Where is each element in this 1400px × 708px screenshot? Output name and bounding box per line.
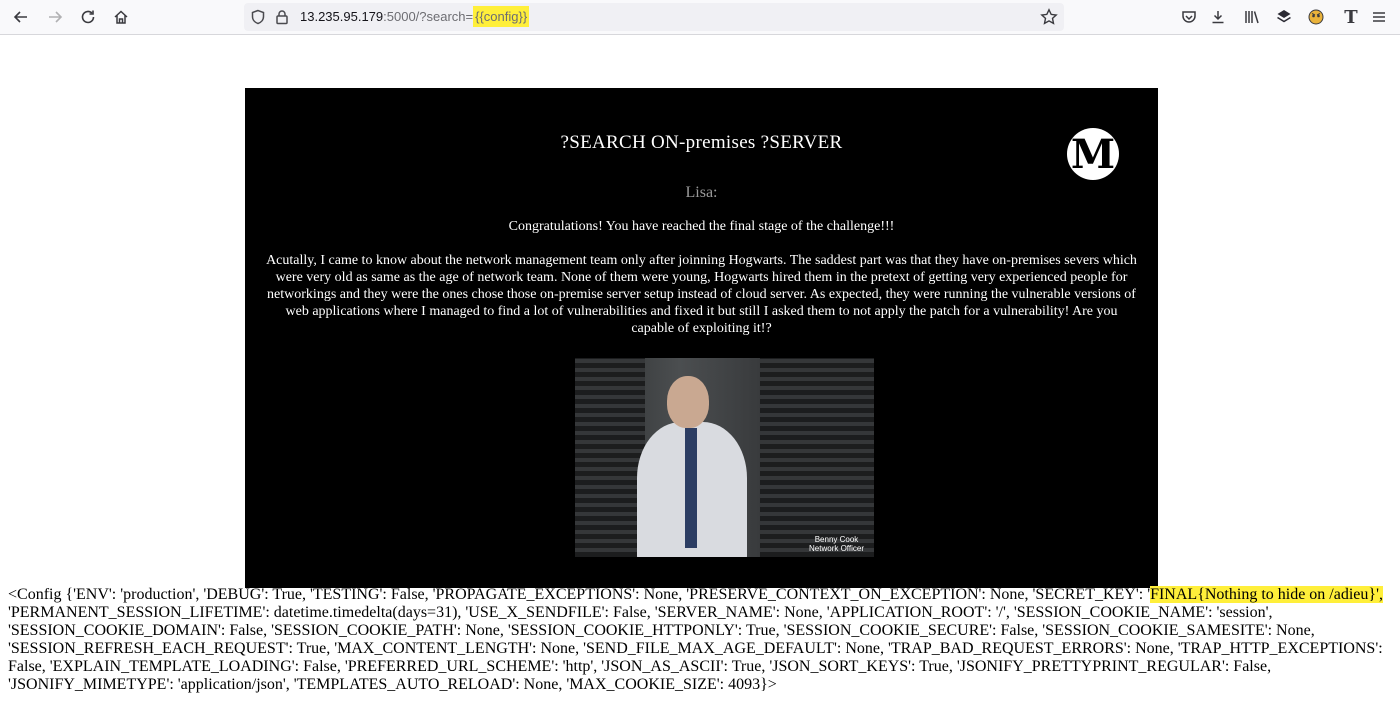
secret-key-highlight: FINAL{Nothing to hide on /adieu}', xyxy=(1150,586,1383,603)
extension-face-icon[interactable] xyxy=(1303,5,1329,29)
photo-caption: Benny Cook Network Officer xyxy=(809,535,864,553)
photo-caption-name: Benny Cook xyxy=(814,535,859,544)
challenge-panel: ?SEARCH ON-premises ?SERVER M Lisa: Cong… xyxy=(245,88,1158,588)
menu-icon[interactable] xyxy=(1366,5,1392,29)
url-bar[interactable]: 13.235.95.179:5000/?search= {{config}} xyxy=(244,3,1064,31)
person-tie xyxy=(685,428,697,548)
server-rack-right xyxy=(760,358,874,557)
url-query-highlight: {{config}} xyxy=(473,6,530,27)
speaker-name: Lisa: xyxy=(685,184,718,201)
pocket-icon[interactable] xyxy=(1176,5,1202,29)
config-output: <Config {'ENV': 'production', 'DEBUG': T… xyxy=(8,586,1393,694)
lock-icon[interactable] xyxy=(274,9,290,25)
page-title: ?SEARCH ON-premises ?SERVER xyxy=(560,132,843,153)
back-arrow-icon[interactable] xyxy=(8,5,34,29)
url-text[interactable]: 13.235.95.179:5000/?search= {{config}} xyxy=(300,6,530,27)
server-rack-left xyxy=(575,358,645,557)
reload-icon[interactable] xyxy=(75,5,101,29)
story-text: Acutally, I came to know about the netwo… xyxy=(266,253,1137,336)
photo-caption-role: Network Officer xyxy=(809,544,864,553)
shield-icon[interactable] xyxy=(250,9,266,25)
person-head xyxy=(667,376,709,428)
font-icon[interactable]: T xyxy=(1338,5,1364,29)
home-icon[interactable] xyxy=(108,5,134,29)
forward-arrow-icon[interactable] xyxy=(42,5,68,29)
config-text-after: 'PERMANENT_SESSION_LIFETIME': datetime.t… xyxy=(8,604,1383,693)
library-icon[interactable] xyxy=(1239,5,1265,29)
logo-icon: M xyxy=(1067,128,1119,180)
browser-toolbar: 13.235.95.179:5000/?search= {{config}} T xyxy=(0,0,1400,35)
config-text-before: <Config {'ENV': 'production', 'DEBUG': T… xyxy=(8,586,1151,603)
server-room-photo: Benny Cook Network Officer xyxy=(575,358,874,557)
url-host: 13.235.95.179 xyxy=(300,9,384,24)
congrats-message: Congratulations! You have reached the fi… xyxy=(508,219,895,234)
logo-letter: M xyxy=(1070,130,1116,178)
url-path: :5000/?search= xyxy=(383,9,474,24)
star-icon[interactable] xyxy=(1040,8,1058,26)
download-icon[interactable] xyxy=(1205,5,1231,29)
extension-icon[interactable] xyxy=(1271,5,1297,29)
